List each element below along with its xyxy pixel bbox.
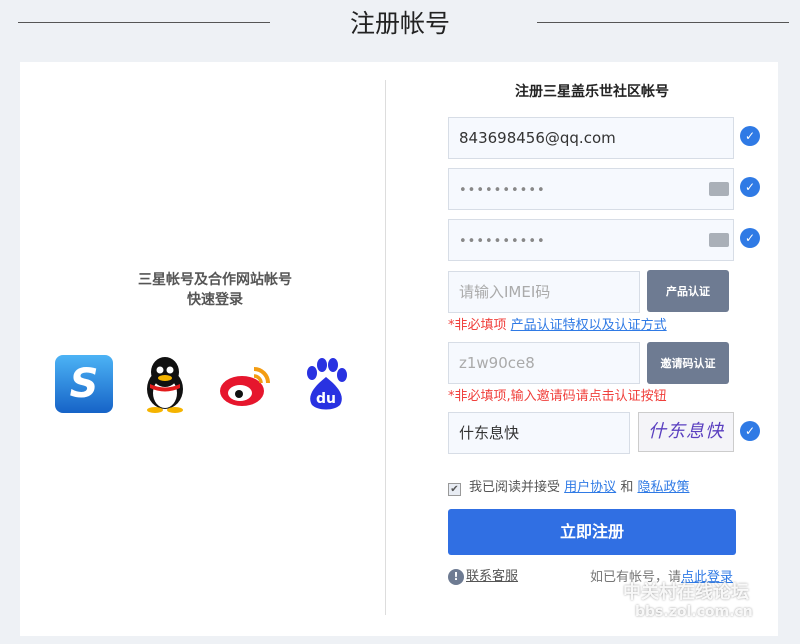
password-confirm-valid-check-icon: ✓ bbox=[740, 228, 760, 248]
password-confirm-input[interactable]: •••••••••• bbox=[448, 219, 734, 261]
keyboard-icon[interactable] bbox=[709, 233, 729, 247]
password-input[interactable]: •••••••••• bbox=[448, 168, 734, 210]
invite-hint: *非必填项,输入邀请码请点击认证按钮 bbox=[448, 389, 667, 404]
product-verify-info-link[interactable]: 产品认证特权以及认证方式 bbox=[511, 318, 667, 333]
imei-hint: *非必填项 bbox=[448, 318, 507, 333]
captcha-image[interactable]: 什东息快 bbox=[638, 412, 734, 452]
password-value: •••••••••• bbox=[459, 183, 546, 198]
svg-text:du: du bbox=[316, 391, 336, 407]
quick-login-title: 三星帐号及合作网站帐号 bbox=[138, 272, 292, 288]
weibo-login-icon[interactable] bbox=[218, 355, 273, 413]
samsung-login-icon[interactable]: S bbox=[55, 355, 113, 413]
email-input[interactable]: 843698456@qq.com bbox=[448, 117, 734, 159]
password-valid-check-icon: ✓ bbox=[740, 177, 760, 197]
captcha-input[interactable]: 什东息快 bbox=[448, 412, 630, 454]
keyboard-icon[interactable] bbox=[709, 182, 729, 196]
qq-login-icon[interactable] bbox=[140, 355, 190, 413]
contact-support-link[interactable]: 联系客服 bbox=[466, 569, 518, 584]
email-valid-check-icon: ✓ bbox=[740, 126, 760, 146]
baidu-login-icon[interactable]: du bbox=[302, 355, 350, 413]
password-confirm-value: •••••••••• bbox=[459, 234, 546, 249]
quick-login-subtitle: 快速登录 bbox=[187, 292, 243, 308]
agree-checkbox[interactable]: ✔ bbox=[448, 483, 461, 496]
invite-code-input[interactable]: z1w90ce8 bbox=[448, 342, 640, 384]
product-verify-button[interactable]: 产品认证 bbox=[647, 270, 729, 312]
register-button[interactable]: 立即注册 bbox=[448, 509, 736, 555]
imei-input[interactable]: 请输入IMEI码 bbox=[448, 271, 640, 313]
and-text: 和 bbox=[620, 480, 634, 495]
info-icon: ! bbox=[448, 569, 464, 585]
user-agreement-link[interactable]: 用户协议 bbox=[564, 480, 616, 495]
form-heading: 注册三星盖乐世社区帐号 bbox=[515, 84, 669, 100]
watermark: 中关村在线论坛 bbs.zol.com.cn bbox=[623, 582, 753, 620]
captcha-valid-check-icon: ✓ bbox=[740, 421, 760, 441]
agree-text: 我已阅读并接受 bbox=[469, 480, 561, 495]
invite-verify-button[interactable]: 邀请码认证 bbox=[647, 342, 729, 384]
divider bbox=[385, 80, 386, 615]
privacy-policy-link[interactable]: 隐私政策 bbox=[637, 480, 689, 495]
page-title: 注册帐号 bbox=[349, 9, 450, 38]
